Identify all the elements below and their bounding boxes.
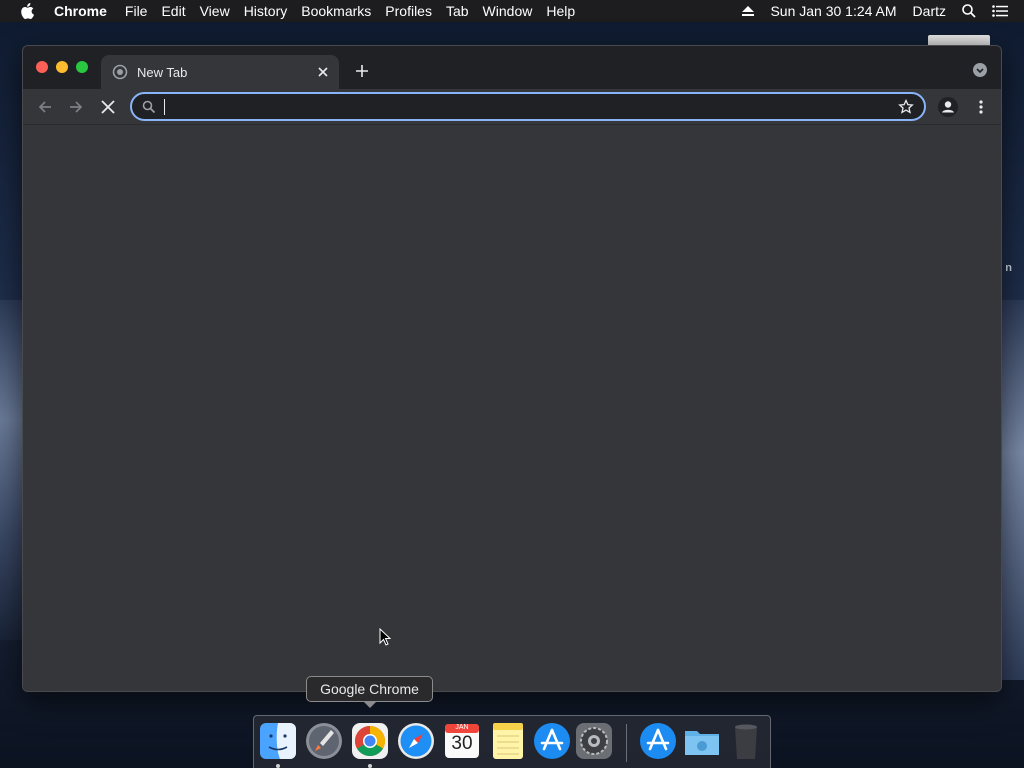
menu-app-name[interactable]: Chrome bbox=[54, 3, 121, 19]
menu-window[interactable]: Window bbox=[483, 3, 547, 19]
menu-file[interactable]: File bbox=[125, 3, 162, 19]
app-store-stack-icon[interactable] bbox=[638, 721, 678, 761]
menu-bookmarks[interactable]: Bookmarks bbox=[301, 3, 385, 19]
menu-edit[interactable]: Edit bbox=[161, 3, 199, 19]
dock: JAN 30 bbox=[253, 715, 771, 768]
calendar-month-label: JAN bbox=[455, 724, 469, 731]
back-arrow-icon[interactable] bbox=[35, 97, 55, 117]
address-input[interactable] bbox=[165, 98, 898, 115]
launchpad-icon[interactable] bbox=[304, 721, 344, 761]
menu-history[interactable]: History bbox=[244, 3, 302, 19]
menu-help[interactable]: Help bbox=[546, 3, 589, 19]
chrome-loading-icon bbox=[112, 64, 128, 80]
chrome-window: New Tab bbox=[22, 45, 1002, 692]
menu-user[interactable]: Dartz bbox=[913, 3, 946, 19]
tab-strip: New Tab bbox=[23, 46, 1001, 89]
bookmark-star-icon[interactable] bbox=[898, 98, 914, 115]
menu-bar-left: Chrome File Edit View History Bookmarks … bbox=[0, 3, 589, 19]
apple-icon[interactable] bbox=[20, 3, 36, 19]
window-close-button[interactable] bbox=[36, 61, 48, 73]
browser-toolbar bbox=[23, 89, 1001, 125]
kebab-menu-icon[interactable] bbox=[971, 97, 991, 117]
dock-tooltip-arrow bbox=[363, 701, 377, 708]
desktop-item-label: n bbox=[1005, 262, 1012, 274]
menu-profiles[interactable]: Profiles bbox=[385, 3, 446, 19]
search-icon bbox=[142, 100, 156, 114]
forward-arrow-icon[interactable] bbox=[66, 97, 86, 117]
address-bar[interactable] bbox=[130, 92, 926, 121]
window-zoom-button[interactable] bbox=[76, 61, 88, 73]
tab-search-icon[interactable] bbox=[973, 63, 987, 77]
dock-separator bbox=[626, 724, 627, 762]
dock-tooltip: Google Chrome bbox=[306, 676, 433, 702]
tab-close-icon[interactable] bbox=[315, 64, 331, 80]
window-minimize-button[interactable] bbox=[56, 61, 68, 73]
finder-running-indicator bbox=[276, 764, 280, 768]
tab-new-tab[interactable]: New Tab bbox=[101, 55, 339, 89]
trash-icon[interactable] bbox=[726, 721, 766, 761]
eject-icon[interactable] bbox=[742, 6, 755, 16]
profile-icon[interactable] bbox=[938, 97, 958, 117]
google-chrome-icon[interactable] bbox=[350, 721, 390, 761]
menu-clock[interactable]: Sun Jan 30 1:24 AM bbox=[770, 3, 896, 19]
downloads-folder-icon[interactable] bbox=[682, 721, 722, 761]
menu-tab[interactable]: Tab bbox=[446, 3, 483, 19]
chrome-running-indicator bbox=[368, 764, 372, 768]
spotlight-search-icon[interactable] bbox=[962, 4, 976, 18]
system-preferences-icon[interactable] bbox=[574, 721, 614, 761]
menu-view[interactable]: View bbox=[200, 3, 244, 19]
stop-loading-icon[interactable] bbox=[98, 97, 118, 117]
tab-title: New Tab bbox=[137, 64, 188, 80]
menu-bar: Chrome File Edit View History Bookmarks … bbox=[0, 0, 1024, 22]
finder-icon[interactable] bbox=[258, 721, 298, 761]
calendar-day-label: 30 bbox=[451, 733, 473, 754]
mouse-pointer-icon bbox=[379, 627, 392, 646]
menu-bar-right: Sun Jan 30 1:24 AM Dartz bbox=[742, 0, 1024, 22]
safari-icon[interactable] bbox=[396, 721, 436, 761]
notification-center-icon[interactable] bbox=[992, 5, 1008, 17]
new-tab-plus-icon[interactable] bbox=[353, 62, 371, 80]
app-store-icon[interactable] bbox=[532, 721, 572, 761]
wallpaper-mountain-right bbox=[1000, 300, 1024, 680]
page-content-area[interactable] bbox=[23, 126, 1001, 691]
notes-icon[interactable] bbox=[488, 721, 528, 761]
